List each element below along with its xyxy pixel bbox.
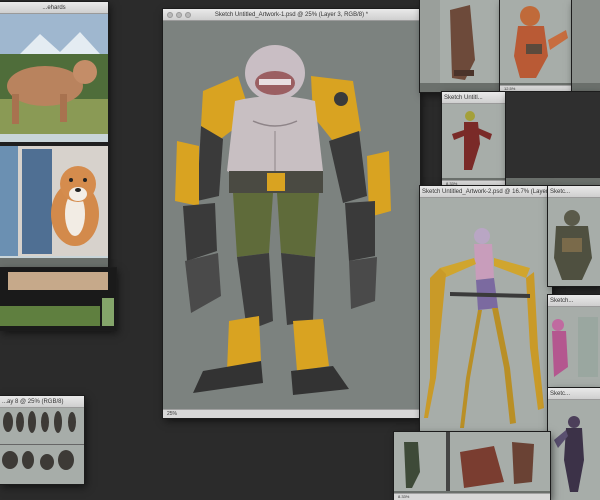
knight-thumbnail — [554, 416, 584, 492]
creature-thumbnail — [420, 0, 475, 83]
window-right-bottom[interactable]: Sketc... — [548, 388, 600, 500]
lineup-image — [0, 411, 84, 470]
window-titlebar[interactable]: Sketc... — [548, 186, 600, 198]
photo-canvas — [0, 14, 108, 258]
window-controls — [167, 12, 191, 18]
window-titlebar[interactable]: Sketch Untitl... — [442, 92, 506, 104]
dog-photos-image — [0, 14, 108, 256]
window-right-top-c[interactable] — [572, 0, 600, 92]
characters-strip — [394, 432, 534, 491]
zoom-readout[interactable]: 8.33% — [398, 494, 409, 499]
brute-thumbnail — [554, 210, 592, 280]
window-title: Sketch Untitl... — [444, 95, 483, 101]
window-right-mid[interactable]: Sketch... — [548, 295, 600, 387]
window-titlebar[interactable]: ...ehards — [0, 2, 108, 14]
window-right-top-a[interactable] — [420, 0, 500, 92]
window-dog-photos[interactable]: ...ehards — [0, 2, 108, 267]
window-right-mid-strip[interactable] — [506, 92, 600, 187]
window-right-b[interactable]: Sketc... — [548, 186, 600, 286]
window-main-artwork[interactable]: Sketch Untitled_Artwork-1.psd @ 25% (Lay… — [163, 9, 420, 418]
window-title: ...ehards — [42, 5, 66, 11]
window-titlebar[interactable]: Sketch Untitled_Artwork-1.psd @ 25% (Lay… — [163, 9, 420, 21]
window-title: Sketch... — [550, 298, 574, 304]
spider-woman-artwork — [424, 228, 544, 428]
window-title: ...ay 8 @ 25% (RGB/8) — [2, 399, 64, 405]
thumb-canvas — [548, 198, 600, 286]
minimize-button[interactable] — [176, 12, 182, 18]
thumb-statusbar: 12.5% — [500, 85, 572, 92]
window-title: Sketc... — [550, 189, 571, 195]
window-lineup[interactable]: ...ay 8 @ 25% (RGB/8) — [0, 396, 84, 484]
window-titlebar[interactable]: ...ay 8 @ 25% (RGB/8) — [0, 396, 84, 408]
small-sketch-canvas — [442, 104, 506, 178]
thumb-canvas — [548, 400, 600, 500]
window-titlebar[interactable]: Sketch Untitled_Artwork-2.psd @ 16.7% (L… — [420, 186, 552, 198]
second-canvas[interactable] — [420, 198, 552, 436]
demon-thumbnail — [452, 111, 492, 170]
window-bottom-center[interactable]: 8.33% — [394, 432, 550, 500]
thumb-canvas — [548, 307, 600, 387]
fox-creature-thumbnail — [514, 6, 568, 78]
window-title: Sketch Untitled_Artwork-1.psd @ 25% (Lay… — [214, 12, 369, 18]
window-titlebar[interactable]: Sketc... — [548, 388, 600, 400]
mech-character-artwork — [175, 45, 391, 395]
zoom-readout[interactable]: 25% — [167, 411, 177, 417]
thumb-statusbar: 8.33% — [394, 493, 550, 500]
main-canvas[interactable] — [163, 21, 420, 409]
close-button[interactable] — [167, 12, 173, 18]
main-statusbar: 25% — [163, 409, 420, 418]
window-small-sketch[interactable]: Sketch Untitl... 8.33% — [442, 92, 506, 187]
pink-creature-thumbnail — [552, 317, 598, 377]
window-titlebar[interactable]: Sketch... — [548, 295, 600, 307]
bottom-canvas — [394, 432, 550, 491]
thumb-canvas — [420, 0, 500, 83]
zoom-readout[interactable]: 12.5% — [504, 86, 515, 91]
window-second-artwork[interactable]: Sketch Untitled_Artwork-2.psd @ 16.7% (L… — [420, 186, 552, 436]
lineup-canvas — [0, 408, 84, 484]
window-title: Sketc... — [550, 391, 571, 397]
thumb-canvas — [500, 0, 572, 83]
window-photo-strip[interactable] — [0, 268, 116, 330]
thumb-canvas — [572, 0, 600, 83]
window-right-top-b[interactable]: 12.5% — [500, 0, 572, 92]
zoom-button[interactable] — [185, 12, 191, 18]
window-title: Sketch Untitled_Artwork-2.psd @ 16.7% (L… — [422, 189, 552, 195]
photo-strip-canvas — [0, 268, 116, 330]
photo-strip-image — [0, 272, 114, 326]
strip-canvas — [506, 92, 600, 178]
